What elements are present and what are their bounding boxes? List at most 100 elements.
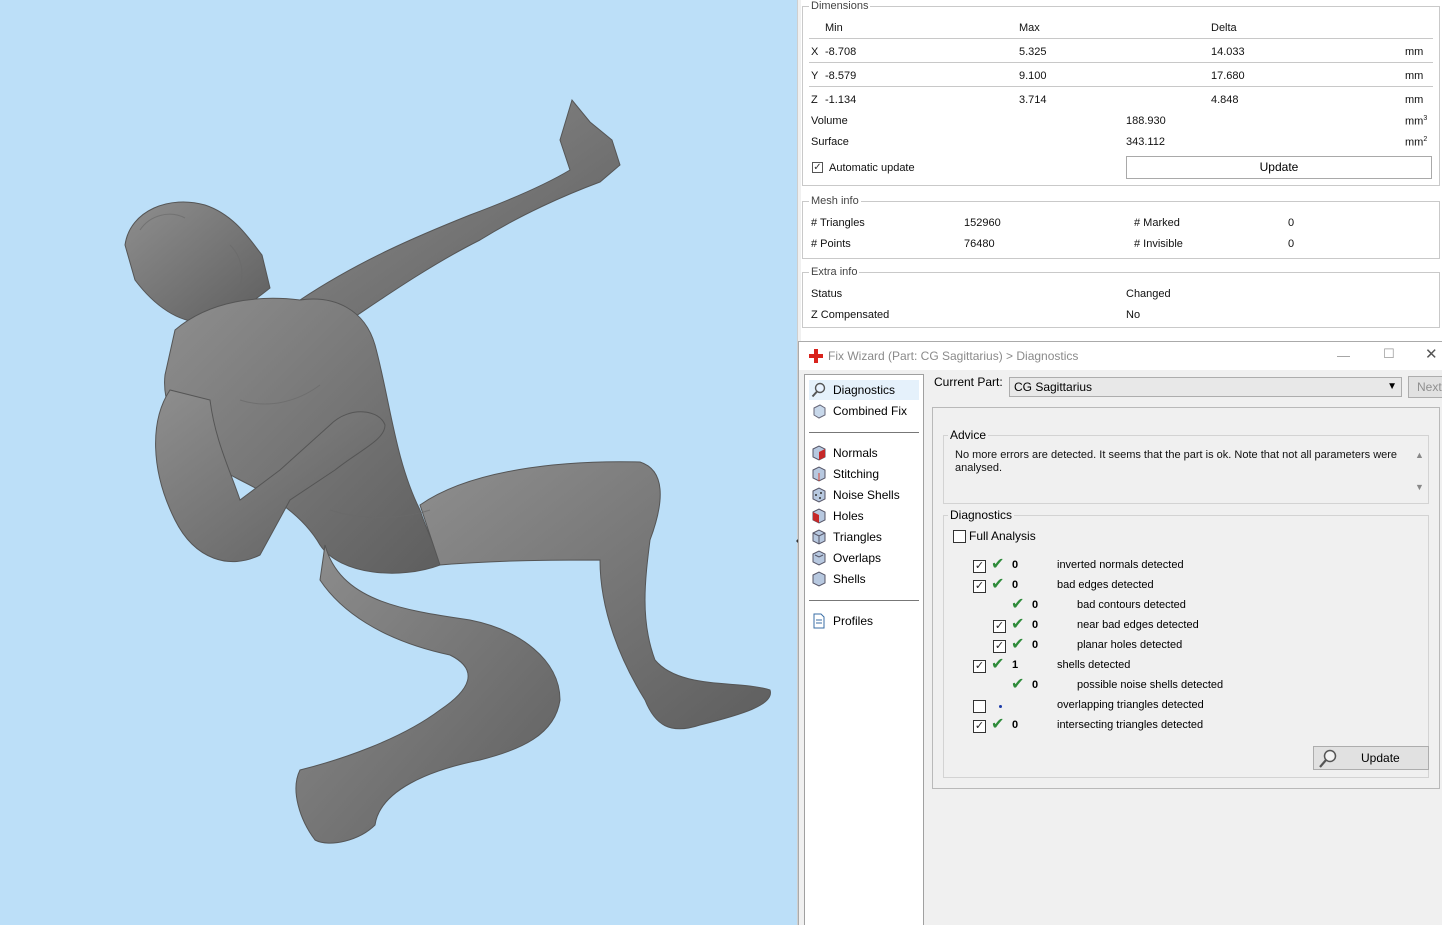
full-analysis-label: Full Analysis — [969, 529, 1036, 543]
y-delta-value: 17.680 — [1211, 70, 1245, 82]
marked-value: 0 — [1288, 217, 1295, 229]
volume-value: 188.930 — [1126, 115, 1166, 127]
chevron-down-icon: ▼ — [1387, 381, 1397, 392]
full-analysis-checkbox[interactable] — [953, 530, 966, 543]
magnifier-icon — [811, 382, 826, 398]
mesh-info-legend: Mesh info — [811, 195, 859, 207]
3d-model-figure[interactable] — [0, 0, 797, 925]
y-min-value: -8.579 — [825, 70, 857, 82]
check-ok-icon: ✔ — [991, 716, 1005, 733]
maximize-icon[interactable]: ☐ — [1383, 346, 1395, 362]
planar-holes-label: planar holes detected — [1077, 639, 1183, 651]
wizard-nav: Diagnostics Combined Fix Normals Stitchi… — [804, 374, 924, 925]
check-ok-icon: ✔ — [991, 556, 1005, 573]
bad-edges-label: bad edges detected — [1057, 579, 1154, 591]
x-max-value: 5.325 — [1019, 46, 1047, 58]
red-cross-icon — [809, 349, 823, 363]
status-label: Status — [811, 288, 843, 300]
dimensions-legend: Dimensions — [811, 0, 869, 12]
current-part-select[interactable]: CG Sagittarius ▼ — [1009, 377, 1402, 397]
diagnostics-pane: Advice No more errors are detected. It s… — [932, 407, 1440, 789]
check-ok-icon: ✔ — [1011, 616, 1025, 633]
shells-checkbox[interactable]: ✓ — [973, 660, 986, 673]
overlapping-triangles-label: overlapping triangles detected — [1057, 699, 1204, 711]
triangles-value: 152960 — [964, 217, 1001, 229]
nav-item-shells[interactable]: Shells — [809, 569, 919, 589]
bad-contours-count: 0 — [1032, 599, 1039, 611]
mesh-info-group: Mesh info — [802, 195, 1440, 259]
nav-item-noise-shells[interactable]: Noise Shells — [809, 485, 919, 505]
axis-y-label: Y — [811, 70, 819, 82]
advice-text: No more errors are detected. It seems th… — [955, 449, 1398, 474]
nav-item-overlaps[interactable]: Overlaps — [809, 548, 919, 568]
nav-item-diagnostics[interactable]: Diagnostics — [809, 380, 919, 400]
nav-item-profiles[interactable]: Profiles — [809, 611, 919, 631]
inverted-normals-label: inverted normals detected — [1057, 559, 1184, 571]
axis-x-label: X — [811, 46, 819, 58]
surface-value: 343.112 — [1126, 136, 1165, 148]
intersecting-triangles-checkbox[interactable]: ✓ — [973, 720, 986, 733]
status-value: Changed — [1126, 288, 1171, 300]
near-bad-edges-checkbox[interactable]: ✓ — [993, 620, 1006, 633]
close-icon[interactable]: ✕ — [1425, 345, 1438, 363]
nav-item-holes[interactable]: Holes — [809, 506, 919, 526]
points-value: 76480 — [964, 238, 995, 250]
scroll-down-icon[interactable]: ▼ — [1415, 482, 1424, 492]
near-bad-edges-count: 0 — [1032, 619, 1039, 631]
holes-cube-icon — [812, 508, 826, 524]
col-max-header: Max — [1019, 22, 1040, 34]
3d-viewport[interactable] — [0, 0, 797, 925]
intersecting-triangles-count: 0 — [1012, 719, 1019, 731]
near-bad-edges-label: near bad edges detected — [1077, 619, 1199, 631]
noise-shells-count: 0 — [1032, 679, 1039, 691]
surface-label: Surface — [811, 136, 849, 148]
diagnostics-legend: Diagnostics — [950, 508, 1013, 522]
check-ok-icon: ✔ — [991, 656, 1005, 673]
nav-item-triangles[interactable]: Triangles — [809, 527, 919, 547]
intersecting-triangles-label: intersecting triangles detected — [1057, 719, 1204, 731]
bad-edges-count: 0 — [1012, 579, 1019, 591]
z-unit: mm — [1405, 94, 1424, 106]
inverted-normals-checkbox[interactable]: ✓ — [973, 560, 986, 573]
x-unit: mm — [1405, 46, 1424, 58]
dimensions-update-button[interactable]: Update — [1126, 156, 1432, 179]
nav-item-stitching[interactable]: Stitching — [809, 464, 919, 484]
fix-wizard-window: Fix Wizard (Part: CG Sagittarius) > Diag… — [798, 341, 1442, 925]
scroll-up-icon[interactable]: ▲ — [1415, 450, 1424, 460]
check-ok-icon: ✔ — [1011, 636, 1025, 653]
minimize-icon[interactable]: — — [1337, 348, 1350, 363]
y-max-value: 9.100 — [1019, 70, 1047, 82]
current-part-label: Current Part: — [934, 375, 1003, 389]
shells-count: 1 — [1012, 659, 1019, 671]
automatic-update-label: Automatic update — [829, 162, 915, 174]
bad-contours-label: bad contours detected — [1077, 599, 1186, 611]
noise-shells-icon — [812, 487, 826, 503]
diagnostics-update-button[interactable]: Update — [1313, 746, 1429, 770]
bad-edges-checkbox[interactable]: ✓ — [973, 580, 986, 593]
invisible-label: # Invisible — [1134, 238, 1183, 250]
z-delta-value: 4.848 — [1211, 94, 1239, 106]
planar-holes-checkbox[interactable]: ✓ — [993, 640, 1006, 653]
normals-cube-icon — [812, 445, 826, 461]
overlapping-triangles-checkbox[interactable] — [973, 700, 986, 713]
extra-info-group: Extra info — [802, 266, 1440, 328]
inverted-normals-count: 0 — [1012, 559, 1019, 571]
overlaps-cube-icon — [812, 550, 826, 566]
x-delta-value: 14.033 — [1211, 46, 1245, 58]
triangles-cube-icon — [812, 529, 826, 545]
wizard-title: Fix Wizard (Part: CG Sagittarius) > Diag… — [828, 349, 1079, 363]
extra-info-legend: Extra info — [811, 266, 858, 278]
planar-holes-count: 0 — [1032, 639, 1039, 651]
not-analysed-dot-icon — [999, 705, 1002, 708]
next-button[interactable]: Next — [1408, 376, 1442, 398]
nav-item-normals[interactable]: Normals — [809, 443, 919, 463]
volume-unit: mm3 — [1405, 115, 1428, 128]
nav-item-combined-fix[interactable]: Combined Fix — [809, 401, 919, 421]
surface-unit: mm2 — [1405, 136, 1428, 149]
automatic-update-checkbox[interactable]: ✓ — [812, 162, 823, 173]
y-unit: mm — [1405, 70, 1424, 82]
check-ok-icon: ✔ — [1011, 596, 1025, 613]
magnifier-icon — [1319, 749, 1337, 768]
z-min-value: -1.134 — [825, 94, 857, 106]
wizard-titlebar[interactable]: Fix Wizard (Part: CG Sagittarius) > Diag… — [799, 342, 1442, 370]
